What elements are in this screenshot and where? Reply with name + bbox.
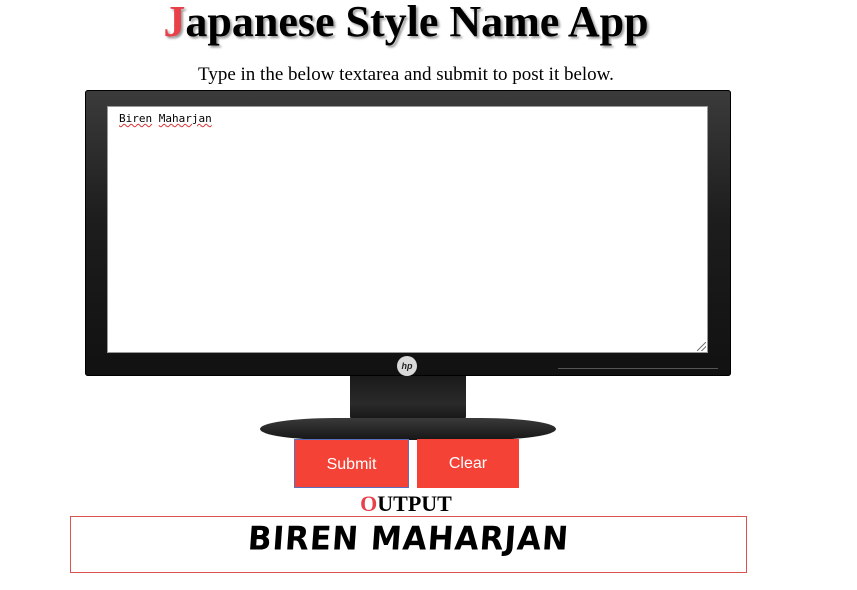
name-textarea[interactable]: Biren Maharjan bbox=[108, 107, 707, 352]
textarea-word-1: Biren bbox=[119, 112, 153, 125]
monitor-controls bbox=[558, 368, 718, 372]
output-rest: UTPUT bbox=[377, 491, 452, 516]
textarea-word-2: Maharjan bbox=[158, 112, 212, 125]
page-title: Japanese Style Name App bbox=[0, 0, 812, 44]
output-name-text: BIREN MAHARJAN bbox=[246, 520, 571, 558]
output-heading: OUTPUT bbox=[0, 491, 812, 517]
monitor-screen: Biren Maharjan bbox=[107, 106, 708, 353]
hp-logo-icon: hp bbox=[397, 356, 417, 376]
monitor-stand-neck bbox=[350, 376, 466, 422]
output-box: BIREN MAHARJAN bbox=[70, 516, 747, 573]
instructions-text: Type in the below textarea and submit to… bbox=[198, 64, 614, 85]
clear-button[interactable]: Clear bbox=[417, 439, 519, 488]
monitor-stand-base bbox=[260, 418, 556, 440]
textarea-resize-handle[interactable] bbox=[697, 342, 706, 351]
output-first-letter: O bbox=[360, 491, 378, 516]
title-first-letter: J bbox=[163, 0, 186, 46]
submit-button[interactable]: Submit bbox=[294, 439, 409, 488]
title-rest: apanese Style Name App bbox=[185, 0, 649, 46]
